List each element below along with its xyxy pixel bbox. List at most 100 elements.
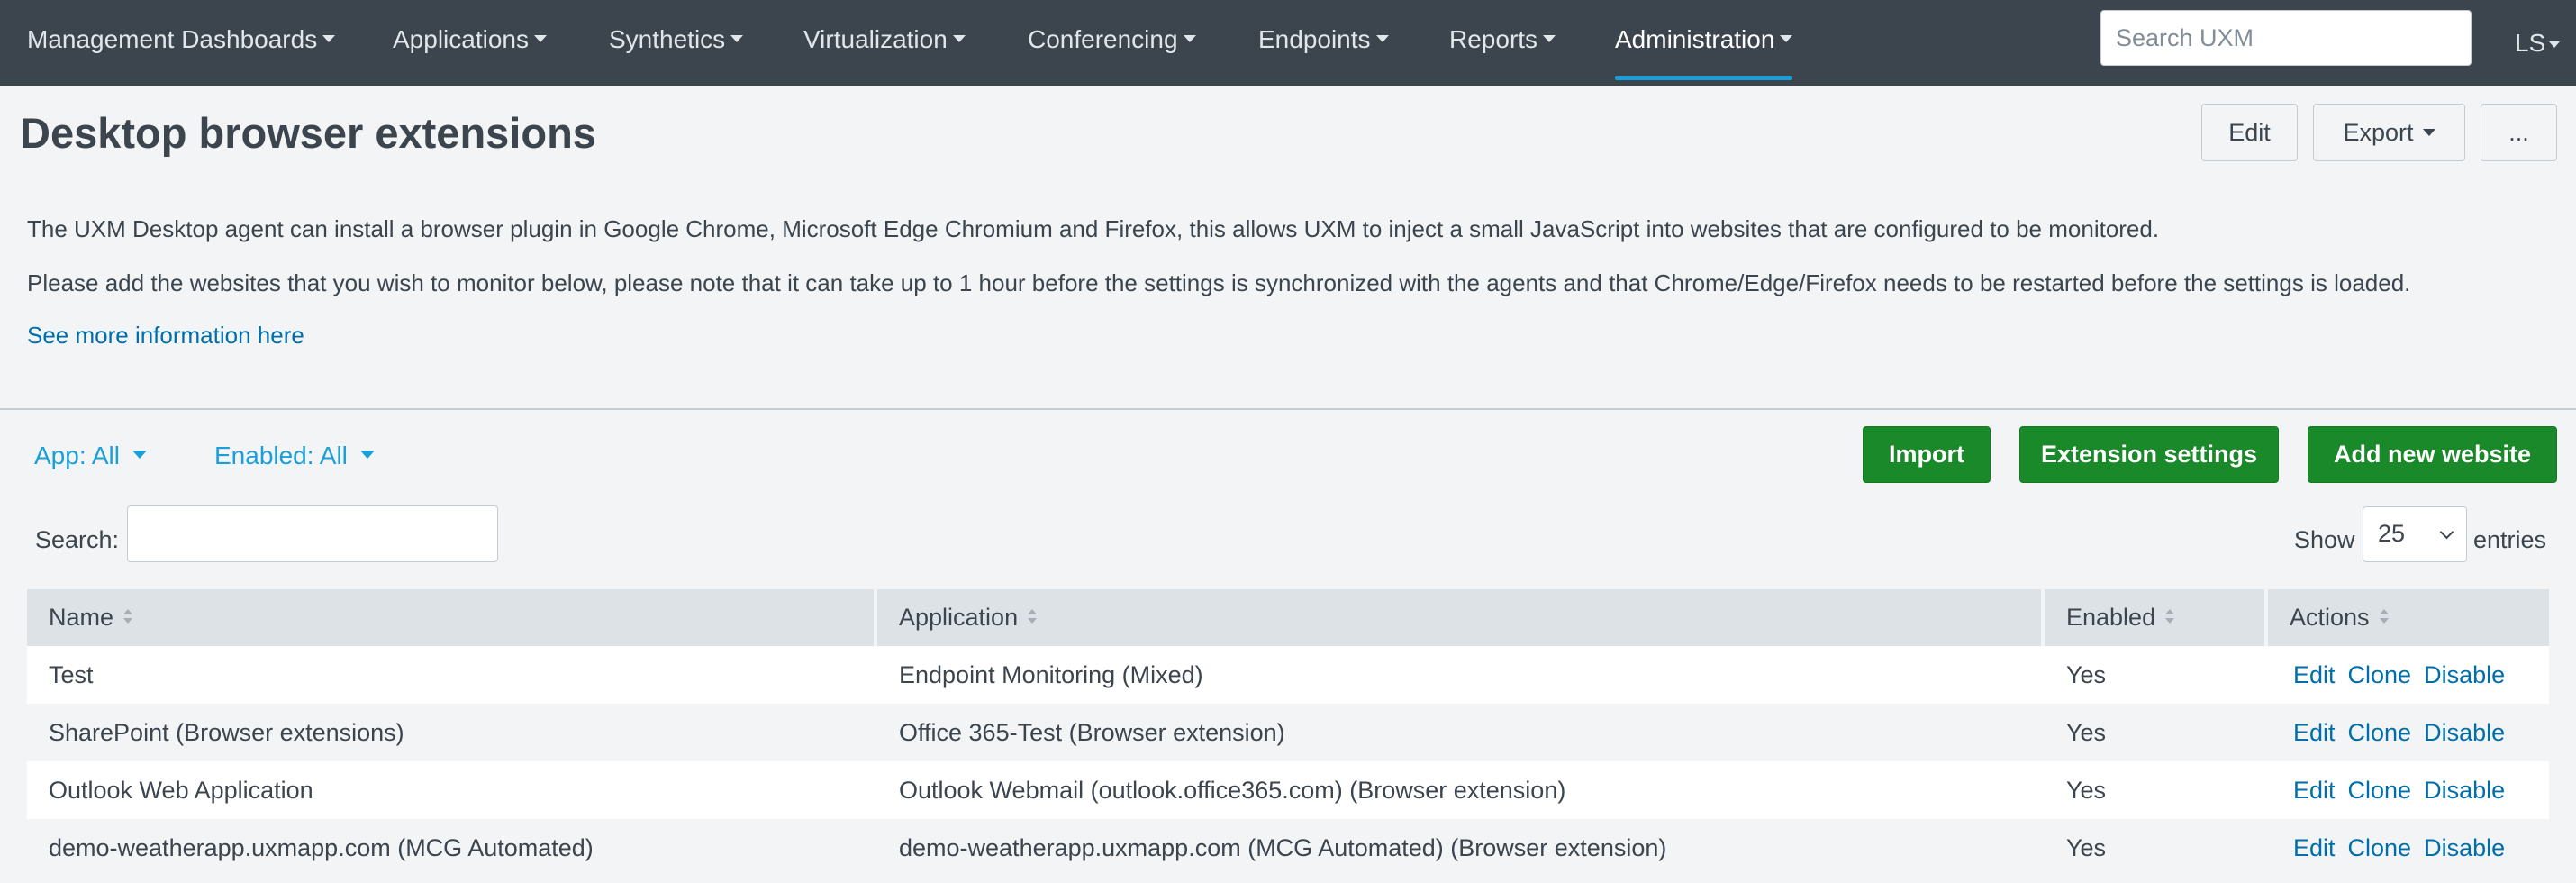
- chevron-down-icon: [2439, 524, 2454, 540]
- cell-enabled: Yes: [2066, 834, 2107, 861]
- disable-link[interactable]: Disable: [2424, 661, 2505, 688]
- cell-enabled: Yes: [2066, 777, 2107, 804]
- column-header-label: Name: [49, 604, 114, 631]
- nav-label: Synthetics: [609, 25, 726, 53]
- table-row: Outlook Web Application Outlook Webmail …: [27, 761, 2549, 819]
- edit-button[interactable]: Edit: [2201, 104, 2298, 161]
- user-menu[interactable]: LS: [2515, 0, 2561, 86]
- cell-name: Outlook Web Application: [49, 777, 313, 804]
- clone-link[interactable]: Clone: [2348, 834, 2412, 861]
- entries-label: entries: [2473, 526, 2547, 553]
- description-line-1: The UXM Desktop agent can install a brow…: [27, 215, 2160, 242]
- global-search-input[interactable]: [2100, 10, 2472, 66]
- description-line-2: Please add the websites that you wish to…: [27, 269, 2411, 296]
- edit-link[interactable]: Edit: [2293, 661, 2336, 688]
- table-search-label: Search:: [35, 526, 120, 553]
- export-button[interactable]: Export: [2313, 104, 2465, 161]
- nav-label: Endpoints: [1258, 25, 1371, 53]
- disable-link[interactable]: Disable: [2424, 719, 2505, 746]
- import-button[interactable]: Import: [1863, 426, 1991, 483]
- import-label: Import: [1889, 441, 1964, 468]
- nav-label: Administration: [1615, 25, 1775, 53]
- app-filter-label: App: All: [34, 442, 120, 469]
- caret-down-icon: [952, 34, 966, 42]
- nav-label: Applications: [393, 25, 529, 53]
- sort-icon: [1027, 608, 1038, 626]
- column-header-label: Application: [899, 604, 1019, 631]
- column-header-actions[interactable]: Actions: [2268, 589, 2549, 646]
- column-header-application[interactable]: Application: [877, 589, 2041, 646]
- cell-application: Office 365-Test (Browser extension): [899, 719, 1285, 746]
- caret-down-icon: [533, 34, 547, 42]
- more-label: ...: [2508, 119, 2529, 146]
- nav-administration[interactable]: Administration: [1615, 0, 1793, 86]
- nav-label: Virtualization: [803, 25, 948, 53]
- edit-link[interactable]: Edit: [2293, 777, 2336, 804]
- user-initials: LS: [2515, 29, 2546, 57]
- cell-application: Outlook Webmail (outlook.office365.com) …: [899, 777, 1566, 804]
- column-header-enabled[interactable]: Enabled: [2045, 589, 2264, 646]
- cell-name: SharePoint (Browser extensions): [49, 719, 404, 746]
- nav-reports[interactable]: Reports: [1449, 0, 1556, 86]
- cell-enabled: Yes: [2066, 661, 2107, 688]
- clone-link[interactable]: Clone: [2348, 719, 2412, 746]
- nav-applications[interactable]: Applications: [393, 0, 547, 86]
- sort-icon: [122, 608, 133, 626]
- caret-down-icon: [1375, 34, 1389, 42]
- cell-enabled: Yes: [2066, 719, 2107, 746]
- edit-link[interactable]: Edit: [2293, 719, 2336, 746]
- column-header-label: Enabled: [2066, 604, 2156, 631]
- cell-actions: Edit Clone Disable: [2268, 761, 2517, 819]
- cell-application: Endpoint Monitoring (Mixed): [899, 661, 1203, 688]
- sort-icon: [2164, 608, 2175, 626]
- caret-down-icon: [1780, 34, 1793, 42]
- nav-conferencing[interactable]: Conferencing: [1028, 0, 1196, 86]
- nav-synthetics[interactable]: Synthetics: [609, 0, 744, 86]
- caret-down-icon: [1543, 34, 1556, 42]
- enabled-filter-label: Enabled: All: [214, 442, 348, 469]
- edit-link[interactable]: Edit: [2293, 834, 2336, 861]
- table-row: SharePoint (Browser extensions) Office 3…: [27, 704, 2549, 761]
- extension-settings-label: Extension settings: [2040, 441, 2258, 468]
- nav-virtualization[interactable]: Virtualization: [803, 0, 966, 86]
- clone-link[interactable]: Clone: [2348, 777, 2412, 804]
- export-label: Export: [2343, 119, 2414, 146]
- nav-management-dashboards[interactable]: Management Dashboards: [27, 0, 336, 86]
- sort-icon: [2379, 608, 2390, 626]
- add-new-website-button[interactable]: Add new website: [2308, 426, 2557, 483]
- caret-down-icon: [132, 451, 147, 460]
- column-header-name[interactable]: Name: [27, 589, 874, 646]
- table-row: demo-weatherapp.uxmapp.com (MCG Automate…: [27, 819, 2549, 877]
- nav-label: Management Dashboards: [27, 25, 318, 53]
- caret-down-icon: [2422, 128, 2435, 136]
- cell-application: demo-weatherapp.uxmapp.com (MCG Automate…: [899, 834, 1667, 861]
- cell-actions: Edit Clone Disable: [2268, 704, 2517, 761]
- app-filter-dropdown[interactable]: App: All: [34, 442, 147, 470]
- edit-label: Edit: [2228, 119, 2271, 146]
- table-search-input[interactable]: [127, 505, 498, 562]
- column-header-label: Actions: [2290, 604, 2370, 631]
- nav-endpoints[interactable]: Endpoints: [1258, 0, 1389, 86]
- nav-label: Conferencing: [1028, 25, 1178, 53]
- page-size-value: 25: [2378, 520, 2406, 547]
- caret-down-icon: [2549, 41, 2561, 49]
- more-options-button[interactable]: ...: [2481, 104, 2557, 161]
- section-divider: [0, 408, 2576, 410]
- page-size-select[interactable]: 25: [2363, 506, 2467, 562]
- top-navigation-bar: Management Dashboards Applications Synth…: [0, 0, 2576, 86]
- clone-link[interactable]: Clone: [2348, 661, 2412, 688]
- caret-down-icon: [359, 451, 375, 460]
- extension-settings-button[interactable]: Extension settings: [2019, 426, 2279, 483]
- nav-label: Reports: [1449, 25, 1538, 53]
- page-title: Desktop browser extensions: [20, 109, 596, 157]
- disable-link[interactable]: Disable: [2424, 777, 2505, 804]
- add-new-website-label: Add new website: [2333, 441, 2532, 468]
- caret-down-icon: [730, 34, 744, 42]
- cell-name: Test: [49, 661, 94, 688]
- more-information-link[interactable]: See more information here: [27, 322, 304, 350]
- table-row: Test Endpoint Monitoring (Mixed) Yes Edi…: [27, 646, 2549, 704]
- caret-down-icon: [1183, 34, 1196, 42]
- caret-down-icon: [322, 34, 336, 42]
- disable-link[interactable]: Disable: [2424, 834, 2505, 861]
- enabled-filter-dropdown[interactable]: Enabled: All: [214, 442, 375, 470]
